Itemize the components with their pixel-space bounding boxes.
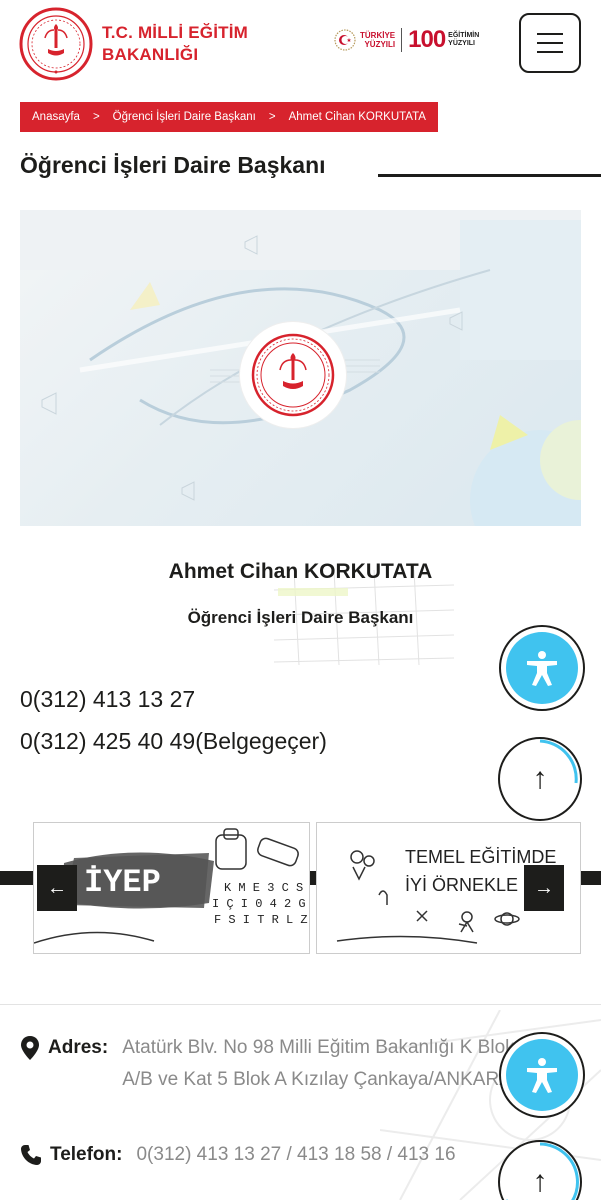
arrow-right-icon: → — [534, 876, 554, 899]
ministry-name: T.C. MİLLİ EĞİTİM BAKANLIĞI — [102, 22, 248, 66]
accessibility-icon — [527, 1058, 557, 1093]
footer-divider — [0, 1004, 601, 1005]
scroll-progress-ring — [539, 739, 578, 784]
hundred-number: 100 — [408, 26, 446, 53]
scroll-progress-ring — [506, 1142, 579, 1200]
iyep-letters-3: F S I T R L Z — [214, 913, 308, 927]
accessibility-circle — [506, 1039, 578, 1111]
scroll-to-top-button[interactable]: ↑ — [498, 1140, 582, 1200]
location-pin-icon — [21, 1036, 39, 1060]
hundred-sub-line2: YÜZYILI — [448, 40, 476, 47]
accessibility-button[interactable] — [499, 625, 585, 711]
person-name: Ahmet Cihan KORKUTATA — [168, 560, 433, 583]
hundred-sub-line1: EĞİTİMİN — [448, 32, 480, 39]
iyep-letters-1: K M E 3 C S Y — [224, 881, 310, 895]
ministry-seal-icon — [251, 333, 335, 417]
page-title: Öğrenci İşleri Daire Başkanı — [20, 152, 326, 178]
iyep-letters-2: I Ç I 0 4 2 G — [212, 897, 306, 911]
ty-line1: TÜRKİYE — [360, 31, 396, 40]
breadcrumb-department-link[interactable]: Öğrenci İşleri Daire Başkanı — [113, 111, 256, 123]
hamburger-line-icon — [537, 42, 563, 44]
ministry-name-line1: T.C. MİLLİ EĞİTİM — [102, 23, 248, 42]
breadcrumb-home-link[interactable]: Anasayfa — [32, 111, 80, 123]
scroll-to-top-button[interactable]: ↑ — [498, 737, 582, 821]
site-header: T.C. MİLLİ EĞİTİM BAKANLIĞI TÜRKİYE YÜZY… — [0, 0, 601, 90]
crescent-star-icon — [334, 29, 356, 51]
person-fax[interactable]: 0(312) 425 40 49(Belgegeçer) — [20, 728, 327, 755]
ministry-seal-icon — [19, 7, 93, 81]
title-underline — [378, 174, 601, 177]
accessibility-icon — [527, 651, 557, 686]
address-value: Atatürk Blv. No 98 Milli Eğitim Bakanlığ… — [122, 1037, 515, 1090]
hamburger-menu-button[interactable] — [519, 13, 581, 73]
accessibility-button[interactable] — [499, 1032, 585, 1118]
profile-banner-image — [20, 210, 581, 526]
turkiye-yuzyili-text: TÜRKİYE YÜZYILI — [360, 31, 395, 49]
turkiye-yuzyili-logo: TÜRKİYE YÜZYILI — [334, 29, 395, 51]
logo-divider — [401, 28, 403, 52]
person-position: Öğrenci İşleri Daire Başkanı — [187, 608, 414, 627]
egitimin-yuzyili-text: EĞİTİMİN YÜZYILI — [448, 32, 479, 48]
breadcrumb-separator: > — [268, 111, 276, 123]
phone-icon — [21, 1145, 41, 1165]
person-phone[interactable]: 0(312) 413 13 27 — [20, 686, 195, 713]
hamburger-line-icon — [537, 51, 563, 53]
iyep-title: İYEP — [84, 864, 161, 901]
ty-line2: YÜZYILI — [364, 40, 396, 49]
phone-label: Telefon: — [50, 1144, 123, 1165]
temel-egitim-line1: TEMEL EĞİTİMDE — [405, 846, 556, 867]
breadcrumb-separator: > — [92, 111, 100, 123]
breadcrumb-current-page[interactable]: Ahmet Cihan KORKUTATA — [289, 111, 426, 123]
banner-seal-frame — [240, 322, 346, 428]
hamburger-line-icon — [537, 33, 563, 35]
arrow-left-icon: ← — [47, 876, 67, 899]
centenary-logos: TÜRKİYE YÜZYILI 100 EĞİTİMİN YÜZYILI — [334, 26, 479, 54]
temel-egitim-line2: İYİ ÖRNEKLE — [405, 875, 518, 895]
breadcrumb: Anasayfa > Öğrenci İşleri Daire Başkanı … — [20, 102, 438, 132]
carousel-next-button[interactable]: → — [524, 865, 564, 911]
ministry-name-line2: BAKANLIĞI — [102, 45, 199, 64]
accessibility-circle — [506, 632, 578, 704]
address-label: Adres: — [48, 1037, 109, 1058]
ministry-logo[interactable]: T.C. MİLLİ EĞİTİM BAKANLIĞI — [18, 6, 248, 82]
phone-value[interactable]: 0(312) 413 13 27 / 413 18 58 / 413 16 — [136, 1142, 455, 1168]
footer-address: Adres: Atatürk Blv. No 98 Milli Eğitim B… — [20, 1034, 520, 1096]
carousel-prev-button[interactable]: ← — [37, 865, 77, 911]
